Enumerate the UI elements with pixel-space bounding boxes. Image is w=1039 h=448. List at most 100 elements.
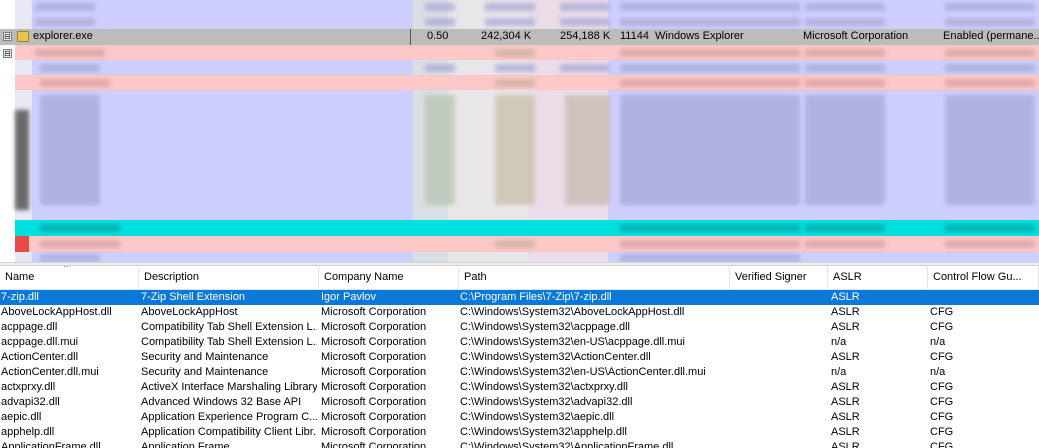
column-header-description[interactable]: Description <box>139 266 319 289</box>
column-header-company[interactable]: Company Name <box>319 266 459 289</box>
dll-company: Microsoft Corporation <box>321 336 427 348</box>
dll-path: C:\Windows\System32\AboveLockAppHost.dll <box>460 306 685 318</box>
dll-company: Microsoft Corporation <box>321 306 427 318</box>
column-divider <box>410 29 411 45</box>
dll-cfg: CFG <box>930 426 954 438</box>
dll-path: C:\Windows\System32\ActionCenter.dll <box>460 351 651 363</box>
dll-row[interactable]: actxprxy.dll ActiveX Interface Marshaling… <box>0 380 1039 395</box>
dll-path: C:\Windows\System32\advapi32.dll <box>460 396 633 408</box>
dll-description: Compatibility Tab Shell Extension L... <box>141 321 317 333</box>
dll-company: Microsoft Corporation <box>321 366 427 378</box>
dll-aslr: ASLR <box>831 306 860 318</box>
process-pid: 11144 <box>620 30 649 42</box>
dll-description: Application Experience Program C... <box>141 411 317 423</box>
dll-path: C:\Windows\System32\en-US\ActionCenter.d… <box>460 366 706 378</box>
dll-name: actxprxy.dll <box>1 381 56 393</box>
dll-aslr: ASLR <box>831 291 860 303</box>
dll-path: C:\Program Files\7-Zip\7-zip.dll <box>460 291 612 303</box>
process-dep: Enabled (permane... <box>943 30 1039 42</box>
dll-cfg: CFG <box>930 441 954 448</box>
blurred-process-row[interactable] <box>15 236 1039 252</box>
dll-name: ActionCenter.dll.mui <box>1 366 99 378</box>
column-header-name[interactable]: Name <box>0 266 139 289</box>
dll-company: Microsoft Corporation <box>321 441 427 448</box>
dll-cfg: CFG <box>930 411 954 423</box>
dll-description: Compatibility Tab Shell Extension L... <box>141 336 317 348</box>
dll-row[interactable]: advapi32.dll Advanced Windows 32 Base API… <box>0 395 1039 410</box>
dll-row[interactable]: ApplicationFrame.dll Application Frame Mic… <box>0 440 1039 448</box>
dll-row[interactable]: acppage.dll.mui Compatibility Tab Shell E… <box>0 335 1039 350</box>
dll-name: ApplicationFrame.dll <box>1 441 101 448</box>
process-company: Microsoft Corporation <box>803 30 909 42</box>
dll-aslr: ASLR <box>831 426 860 438</box>
process-private-bytes: 242,304 K <box>481 30 532 42</box>
blurred-process-row[interactable] <box>15 45 1039 60</box>
dll-name: AboveLockAppHost.dll <box>1 306 112 318</box>
folder-icon <box>17 31 29 42</box>
dll-company: Microsoft Corporation <box>321 351 427 363</box>
dll-row[interactable]: ActionCenter.dll.mui Security and Mainten… <box>0 365 1039 380</box>
dll-description: Security and Maintenance <box>141 366 269 378</box>
dll-path: C:\Windows\System32\ApplicationFrame.dll <box>460 441 674 448</box>
dll-aslr: ASLR <box>831 396 860 408</box>
blurred-process-row[interactable] <box>15 252 1039 262</box>
dll-company: Microsoft Corporation <box>321 426 427 438</box>
dll-list-header: ^ Name Description Company Name Path Ver… <box>0 266 1039 290</box>
blurred-process-row[interactable] <box>15 75 1039 90</box>
dll-cfg: CFG <box>930 306 954 318</box>
dll-row[interactable]: acppage.dll Compatibility Tab Shell Exten… <box>0 320 1039 335</box>
dll-description: Application Frame <box>141 441 230 448</box>
dll-row[interactable]: ActionCenter.dll Security and Maintenance… <box>0 350 1039 365</box>
process-tree-pane[interactable]: ⊟ explorer.exe 0.50 242,304 K 254,188 K … <box>0 0 1039 262</box>
dll-row[interactable]: AboveLockAppHost.dll AboveLockAppHost Micr… <box>0 305 1039 320</box>
dll-cfg: n/a <box>930 336 946 348</box>
dll-name: 7-zip.dll <box>1 291 39 303</box>
dll-company: Igor Pavlov <box>321 291 377 303</box>
dll-description: Advanced Windows 32 Base API <box>141 396 302 408</box>
dll-cfg: CFG <box>930 321 954 333</box>
dll-cfg: CFG <box>930 381 954 393</box>
process-working-set: 254,188 K <box>560 30 611 42</box>
column-header-verified-signer[interactable]: Verified Signer <box>730 266 828 289</box>
dll-row[interactable]: aepic.dll Application Experience Program … <box>0 410 1039 425</box>
dll-path: C:\Windows\System32\actxprxy.dll <box>460 381 628 393</box>
process-description: Windows Explorer <box>655 30 744 42</box>
dll-name: apphelp.dll <box>1 426 55 438</box>
dll-cfg: n/a <box>930 366 946 378</box>
dll-aslr: ASLR <box>831 381 860 393</box>
dll-description: 7-Zip Shell Extension <box>141 291 245 303</box>
dll-row[interactable]: apphelp.dll Application Compatibility Cli… <box>0 425 1039 440</box>
dll-description: AboveLockAppHost <box>141 306 238 318</box>
dll-aslr: ASLR <box>831 321 860 333</box>
dll-aslr: ASLR <box>831 441 860 448</box>
process-name: explorer.exe <box>33 30 93 42</box>
process-row-explorer[interactable]: ⊟ explorer.exe 0.50 242,304 K 254,188 K … <box>0 29 1039 45</box>
dll-path: C:\Windows\System32\en-US\acppage.dll.mu… <box>460 336 685 348</box>
blurred-process-row[interactable] <box>15 60 1039 75</box>
process-cpu: 0.50 <box>427 30 449 42</box>
dll-name: advapi32.dll <box>1 396 60 408</box>
blurred-process-row[interactable] <box>15 14 1039 29</box>
dll-description: Security and Maintenance <box>141 351 269 363</box>
dll-row[interactable]: 7-zip.dll 7-Zip Shell Extension Igor Pavlo… <box>0 290 1039 305</box>
collapse-icon[interactable]: ⊟ <box>3 49 12 58</box>
dll-cfg: CFG <box>930 396 954 408</box>
blurred-process-row[interactable] <box>15 220 1039 236</box>
dll-description: Application Compatibility Client Libr... <box>141 426 317 438</box>
dll-path: C:\Windows\System32\aepic.dll <box>460 411 615 423</box>
dll-description: ActiveX Interface Marshaling Library <box>141 381 317 393</box>
dll-list-pane[interactable]: ^ Name Description Company Name Path Ver… <box>0 266 1039 448</box>
dll-name: ActionCenter.dll <box>1 351 79 363</box>
column-header-aslr[interactable]: ASLR <box>828 266 928 289</box>
dll-path: C:\Windows\System32\acppage.dll <box>460 321 630 333</box>
dll-name: acppage.dll.mui <box>1 336 79 348</box>
column-header-cfg[interactable]: Control Flow Gu... <box>928 266 1039 289</box>
dll-aslr: n/a <box>831 336 847 348</box>
collapse-icon[interactable]: ⊟ <box>3 32 12 41</box>
column-header-path[interactable]: Path <box>459 266 730 289</box>
dll-name: aepic.dll <box>1 411 42 423</box>
dll-company: Microsoft Corporation <box>321 321 427 333</box>
dll-company: Microsoft Corporation <box>321 411 427 423</box>
blurred-process-row[interactable] <box>15 0 1039 14</box>
blurred-process-group[interactable] <box>15 90 1039 220</box>
